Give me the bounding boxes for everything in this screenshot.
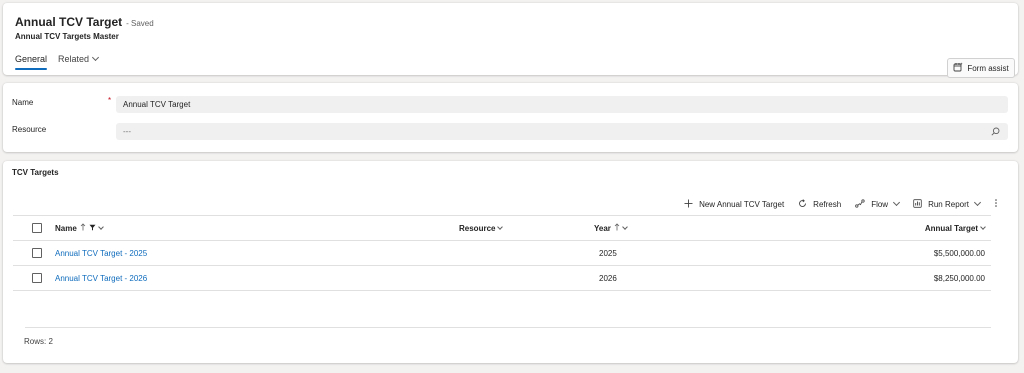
column-annual-target-label: Annual Target — [924, 223, 978, 233]
column-resource-label: Resource — [459, 223, 496, 233]
chevron-down-icon — [980, 223, 986, 230]
save-status: - Saved — [126, 19, 154, 28]
column-header-year[interactable]: Year — [594, 216, 628, 240]
name-field[interactable]: Annual TCV Target — [116, 96, 1008, 113]
run-report-button[interactable]: Run Report — [913, 198, 982, 210]
form-assist-button[interactable]: Form assist — [947, 58, 1015, 78]
tcv-targets-subgrid: TCV Targets New Annual TCV Target Refres… — [3, 161, 1018, 363]
chevron-down-icon — [97, 223, 104, 230]
record-title: Annual TCV Target — [15, 15, 123, 29]
form-assist-icon — [953, 62, 963, 74]
run-report-label: Run Report — [928, 199, 969, 209]
entity-name: Annual TCV Targets Master — [15, 32, 119, 41]
subgrid-title: TCV Targets — [12, 168, 59, 177]
refresh-icon — [798, 198, 807, 210]
column-header-resource[interactable]: Resource — [459, 216, 504, 240]
search-icon[interactable] — [991, 127, 1000, 138]
resource-label: Resource — [12, 125, 47, 134]
column-header-annual-target[interactable]: Annual Target — [924, 216, 986, 240]
flow-button[interactable]: Flow — [855, 198, 901, 210]
record-link[interactable]: Annual TCV Target - 2025 — [55, 241, 147, 265]
general-section: Name * Annual TCV Target Resource --- — [3, 83, 1018, 152]
refresh-button[interactable]: Refresh — [798, 198, 842, 210]
filter-icon — [89, 224, 96, 233]
chevron-down-icon — [622, 223, 628, 230]
table-row[interactable]: Annual TCV Target - 2025 2025 $5,500,000… — [13, 241, 991, 266]
flow-icon — [855, 198, 865, 210]
more-icon — [994, 198, 998, 210]
required-indicator: * — [108, 96, 112, 105]
table-row[interactable]: Annual TCV Target - 2026 2026 $8,250,000… — [13, 266, 991, 291]
grid-header: Name Resource Year Annual Target — [13, 215, 991, 241]
name-label: Name — [12, 98, 34, 107]
annual-target-cell: $5,500,000.00 — [933, 248, 985, 258]
more-commands-button[interactable] — [994, 198, 998, 210]
chevron-down-icon — [497, 223, 504, 230]
year-cell: 2025 — [599, 248, 617, 258]
annual-target-cell: $8,250,000.00 — [933, 273, 985, 283]
chevron-down-icon — [91, 53, 100, 62]
resource-lookup[interactable]: --- — [116, 123, 1008, 140]
report-icon — [913, 198, 922, 210]
grid-footer-divider — [25, 327, 991, 328]
tab-related[interactable]: Related — [58, 53, 100, 64]
new-record-label: New Annual TCV Target — [699, 199, 785, 209]
column-header-name[interactable]: Name — [55, 216, 104, 240]
column-year-label: Year — [594, 223, 611, 233]
refresh-label: Refresh — [813, 199, 842, 209]
chevron-down-icon — [893, 198, 901, 207]
command-bar: New Annual TCV Target Refresh Flow Run R… — [684, 198, 998, 210]
form-assist-label: Form assist — [967, 63, 1009, 73]
record-link[interactable]: Annual TCV Target - 2026 — [55, 266, 147, 290]
row-checkbox[interactable] — [32, 248, 42, 258]
rows-count: Rows: 2 — [24, 337, 53, 346]
records-grid: Name Resource Year Annual Target Annual — [13, 215, 991, 291]
resource-value: --- — [123, 127, 131, 136]
row-checkbox[interactable] — [32, 273, 42, 283]
tab-general[interactable]: General — [15, 54, 48, 70]
chevron-down-icon — [973, 198, 982, 207]
plus-icon — [684, 199, 693, 210]
sort-ascending-icon — [614, 223, 620, 233]
year-cell: 2026 — [599, 273, 617, 283]
tab-related-label: Related — [58, 54, 90, 64]
new-record-button[interactable]: New Annual TCV Target — [684, 199, 784, 210]
select-all-checkbox[interactable] — [32, 223, 42, 233]
column-name-label: Name — [55, 223, 77, 233]
form-header: Annual TCV Target - Saved Annual TCV Tar… — [3, 3, 1018, 78]
sort-ascending-icon — [80, 223, 86, 233]
flow-label: Flow — [871, 199, 889, 209]
